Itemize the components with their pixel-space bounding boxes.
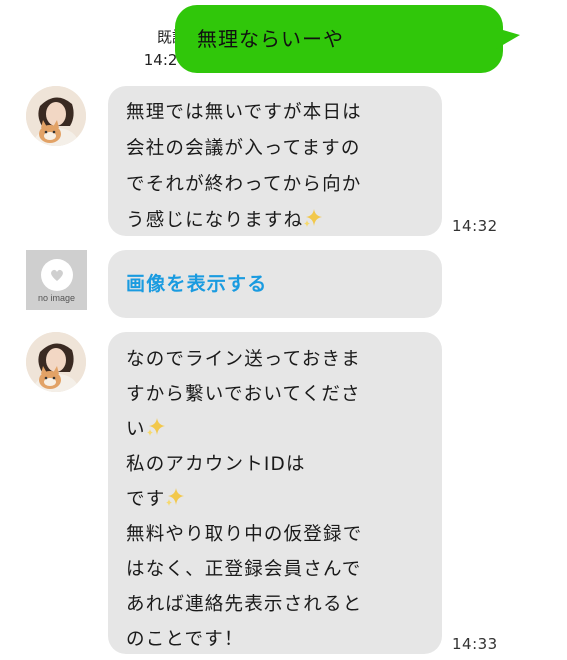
sent-message-text: 無理ならいーや: [197, 27, 344, 51]
avatar-photo: [26, 332, 86, 392]
sender-avatar[interactable]: [26, 332, 86, 392]
message-time: 14:32: [452, 217, 498, 235]
message-line-with-emoji: う感じになりますね: [126, 203, 426, 239]
message-line: 無料やり取り中の仮登録で: [126, 524, 363, 545]
sparkle-icon: [303, 205, 323, 227]
avatar-photo: [26, 86, 86, 146]
message-line: はなく、正登録会員さんで: [126, 559, 362, 580]
message-line: い: [126, 419, 146, 440]
message-line: のことです！: [126, 629, 244, 650]
message-line: 会社の会議が入ってますの: [126, 138, 361, 159]
message-line: う感じになりますね: [126, 210, 304, 231]
view-image-link[interactable]: 画像を表示する: [126, 273, 267, 295]
sender-avatar[interactable]: [26, 86, 86, 146]
no-image-label: no image: [37, 293, 76, 303]
heart-speech-icon: [41, 259, 73, 291]
sent-bubble-tail: [496, 28, 520, 49]
received-message-bubble[interactable]: なのでライン送っておきま すから繋いでおいてくださ い 私のアカウントIDは で…: [108, 332, 442, 654]
message-line: あれば連絡先表示されると: [126, 594, 363, 615]
message-time: 14:33: [452, 635, 498, 653]
message-line: なのでライン送っておきま: [126, 349, 361, 370]
sent-message-bubble[interactable]: 無理ならいーや: [175, 5, 503, 73]
message-line-with-emoji: です: [126, 482, 426, 517]
sparkle-icon: [165, 484, 185, 506]
no-image-thumbnail[interactable]: no image: [26, 250, 87, 310]
message-line: 私のアカウントIDは: [126, 454, 306, 475]
view-image-bubble[interactable]: 画像を表示する: [108, 250, 442, 318]
chat-area: 既読 14:24 無理ならいーや 無理では無いですが本日は 会社の会議が入ってま…: [22, 0, 532, 660]
message-line: でそれが終わってから向か: [126, 174, 362, 195]
sparkle-icon: [146, 414, 166, 436]
message-line: 無理では無いですが本日は: [126, 102, 362, 123]
message-line: すから繋いでおいてくださ: [126, 384, 361, 405]
message-line: です: [126, 489, 166, 510]
received-message-bubble[interactable]: 無理では無いですが本日は 会社の会議が入ってますの でそれが終わってから向か う…: [108, 86, 442, 236]
message-line-with-emoji: い: [126, 412, 426, 447]
